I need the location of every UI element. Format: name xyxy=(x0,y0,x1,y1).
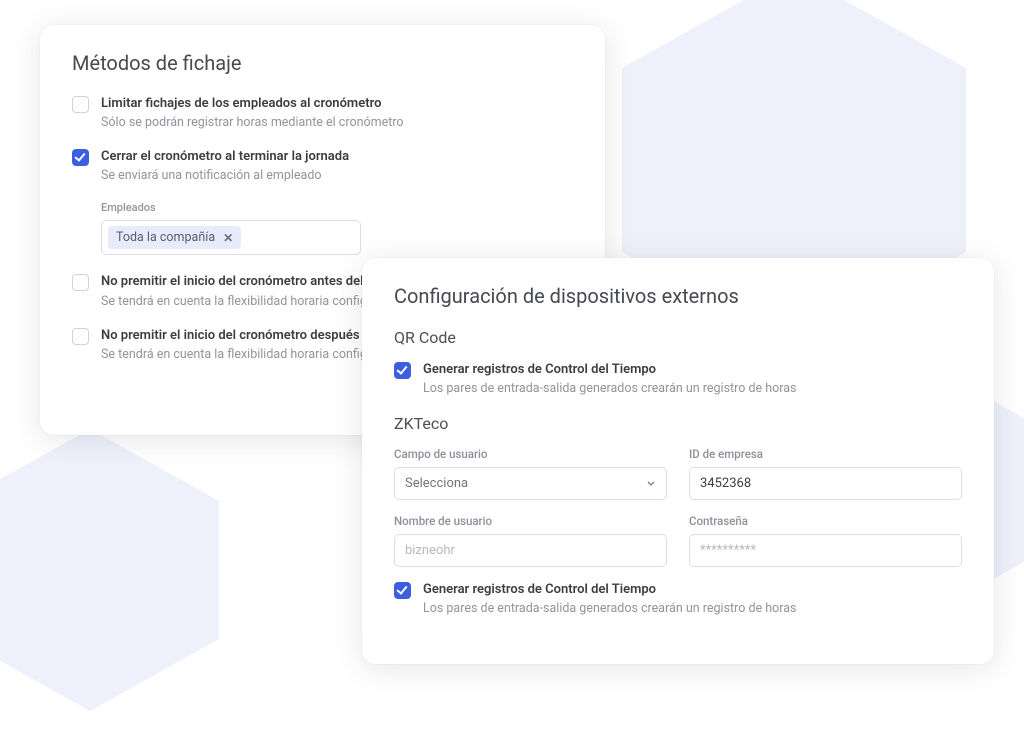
opt-cerrar-cronometro: Cerrar el cronómetro al terminar la jorn… xyxy=(72,148,573,183)
col-company-id: ID de empresa xyxy=(689,447,962,500)
tag-text: Toda la compañía xyxy=(116,230,215,245)
checkbox-qr-generar-registros[interactable] xyxy=(394,362,411,379)
checkbox-cerrar-cronometro[interactable] xyxy=(72,149,89,166)
opt-qr-generar-registros: Generar registros de Control del Tiempo … xyxy=(394,361,962,396)
user-field-select[interactable] xyxy=(394,467,667,500)
card-dispositivos-externos: Configuración de dispositivos externos Q… xyxy=(362,258,994,664)
checkbox-limitar-fichajes[interactable] xyxy=(72,96,89,113)
zkteco-section-title: ZKTeco xyxy=(394,414,962,433)
checkbox-no-permitir-antes[interactable] xyxy=(72,274,89,291)
col-username: Nombre de usuario xyxy=(394,514,667,567)
col-user-field: Campo de usuario xyxy=(394,447,667,500)
company-id-input[interactable] xyxy=(689,467,962,500)
company-id-label: ID de empresa xyxy=(689,447,962,461)
username-input[interactable] xyxy=(394,534,667,567)
opt-limitar-fichajes: Limitar fichajes de los empleados al cro… xyxy=(72,95,573,130)
col-password: Contraseña xyxy=(689,514,962,567)
employees-tag: Toda la compañía ✕ xyxy=(108,226,241,249)
card-title: Configuración de dispositivos externos xyxy=(394,284,962,308)
form-row-1: Campo de usuario ID de empresa xyxy=(394,447,962,500)
user-field-label: Campo de usuario xyxy=(394,447,667,461)
opt-label: Generar registros de Control del Tiempo xyxy=(423,361,797,379)
checkbox-no-permitir-despues[interactable] xyxy=(72,328,89,345)
password-label: Contraseña xyxy=(689,514,962,528)
tag-remove-icon[interactable]: ✕ xyxy=(221,231,235,245)
opt-desc: Los pares de entrada-salida generados cr… xyxy=(423,601,797,616)
password-input[interactable] xyxy=(689,534,962,567)
qr-section-title: QR Code xyxy=(394,328,962,347)
username-label: Nombre de usuario xyxy=(394,514,667,528)
form-row-2: Nombre de usuario Contraseña xyxy=(394,514,962,567)
checkbox-zk-generar-registros[interactable] xyxy=(394,582,411,599)
user-field-select-wrap xyxy=(394,467,667,500)
opt-zk-generar-registros: Generar registros de Control del Tiempo … xyxy=(394,581,962,616)
opt-label: Limitar fichajes de los empleados al cro… xyxy=(101,95,404,113)
opt-desc: Los pares de entrada-salida generados cr… xyxy=(423,381,797,396)
opt-label: Cerrar el cronómetro al terminar la jorn… xyxy=(101,148,349,166)
employees-label: Empleados xyxy=(101,201,573,214)
employees-input[interactable]: Toda la compañía ✕ xyxy=(101,220,361,255)
employees-block: Empleados Toda la compañía ✕ xyxy=(101,201,573,255)
opt-label: Generar registros de Control del Tiempo xyxy=(423,581,797,599)
opt-desc: Se enviará una notificación al empleado xyxy=(101,168,349,183)
card-title: Métodos de fichaje xyxy=(72,51,573,75)
decor-hex-left xyxy=(0,420,240,720)
opt-desc: Sólo se podrán registrar horas mediante … xyxy=(101,115,404,130)
